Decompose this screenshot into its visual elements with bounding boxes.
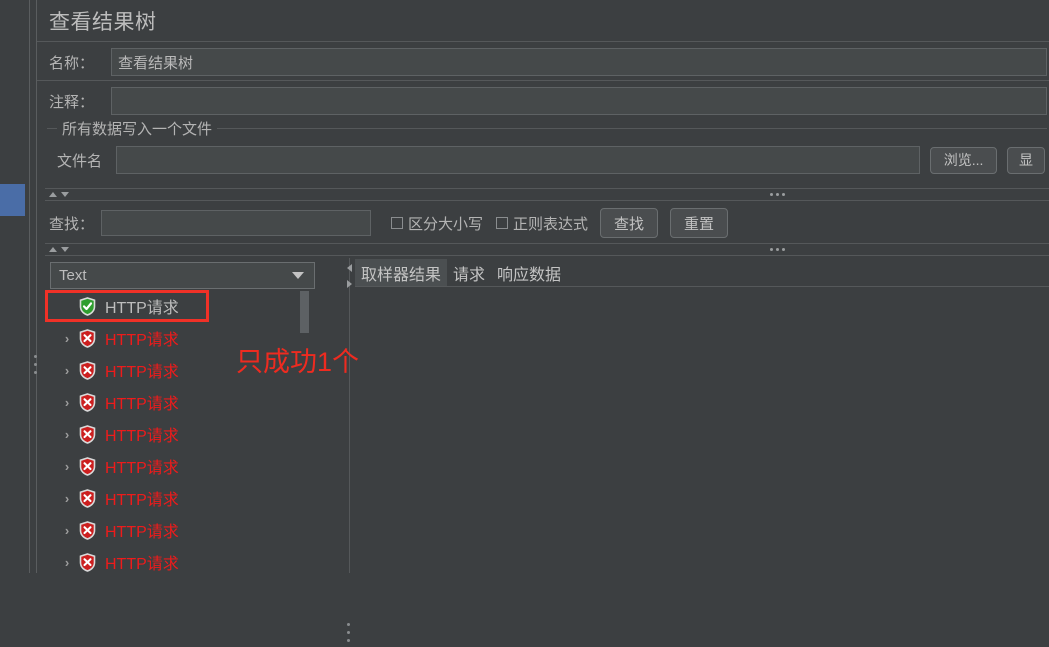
search-row: 查找： 区分大小写 正则表达式 查找 重置 — [49, 208, 729, 238]
renderer-select-value: Text — [59, 267, 87, 284]
tree-item-label: HTTP请求 — [105, 428, 179, 445]
tree-item-label: HTTP请求 — [105, 300, 179, 317]
error-shield-icon — [79, 360, 96, 380]
tree-expand-chevron-icon[interactable]: › — [60, 459, 74, 474]
collapse-up-icon[interactable] — [49, 192, 57, 197]
filename-row: 文件名 浏览... 显 — [57, 146, 1045, 174]
tree-item[interactable]: › HTTP请求 — [50, 450, 315, 482]
tree-item[interactable]: › HTTP请求 — [50, 418, 315, 450]
write-all-data-group: 所有数据写入一个文件 文件名 浏览... 显 — [47, 118, 1047, 189]
tree-expand-chevron-icon[interactable]: › — [60, 555, 74, 570]
renderer-select[interactable]: Text — [50, 262, 315, 289]
title-divider — [37, 41, 1049, 42]
comment-input[interactable] — [111, 87, 1047, 115]
jmeter-view-results-tree-window: 查看结果树 名称： 查看结果树 注释： 所有数据写入一个文件 文件名 浏览...… — [0, 0, 1049, 642]
tree-expand-chevron-icon[interactable]: › — [60, 523, 74, 538]
error-shield-icon — [79, 520, 96, 540]
tab-1[interactable]: 请求 — [447, 259, 491, 286]
splitter-bar-2[interactable] — [45, 243, 1049, 256]
tree-expand-chevron-icon[interactable]: › — [60, 395, 74, 410]
tree-expand-chevron-icon[interactable]: › — [60, 363, 74, 378]
tree-item[interactable]: › HTTP请求 — [50, 482, 315, 514]
chevron-down-icon[interactable] — [292, 272, 304, 279]
filename-input[interactable] — [115, 146, 921, 174]
splitter-dots-2[interactable] — [770, 248, 785, 251]
name-label: 名称： — [49, 54, 95, 72]
splitter-bar-1[interactable] — [45, 188, 1049, 201]
regex-checkbox[interactable]: 正则表达式 — [496, 213, 588, 234]
splitter-right-arrow-icon[interactable] — [347, 280, 352, 288]
collapse-down-icon[interactable] — [61, 192, 69, 197]
tree-item-label: HTTP请求 — [105, 556, 179, 573]
error-shield-icon — [79, 424, 96, 444]
reset-button[interactable]: 重置 — [670, 208, 729, 238]
write-all-data-group-title: 所有数据写入一个文件 — [57, 118, 218, 139]
error-shield-icon — [79, 488, 96, 508]
comment-label: 注释： — [49, 93, 95, 111]
tree-expand-chevron-icon[interactable]: › — [60, 427, 74, 442]
name-row: 名称： 查看结果树 — [49, 48, 1047, 76]
find-button[interactable]: 查找 — [600, 208, 659, 238]
tree-item[interactable]: › HTTP请求 — [50, 514, 315, 546]
regex-label: 正则表达式 — [513, 215, 589, 233]
tree-scrollbar[interactable] — [300, 290, 309, 573]
collapse-up-icon-2[interactable] — [49, 247, 57, 252]
tab-0[interactable]: 取样器结果 — [355, 259, 448, 286]
error-shield-icon — [79, 552, 96, 572]
error-shield-icon — [79, 392, 96, 412]
tree-item-label: HTTP请求 — [105, 332, 179, 349]
search-label: 查找： — [49, 215, 95, 233]
result-tabs[interactable]: 取样器结果 请求 响应数据 — [355, 259, 1049, 286]
collapse-down-icon-2[interactable] — [61, 247, 69, 252]
tree-item[interactable]: › HTTP请求 — [50, 546, 315, 573]
left-rail-selection-block[interactable] — [0, 184, 25, 216]
case-sensitive-checkbox[interactable]: 区分大小写 — [391, 213, 483, 234]
tree-item-label: HTTP请求 — [105, 364, 179, 381]
tree-item[interactable]: ›HTTP请求 — [50, 290, 315, 322]
extra-button[interactable]: 显 — [1006, 146, 1045, 174]
regex-box-icon[interactable] — [496, 217, 509, 229]
filename-label: 文件名 — [57, 152, 103, 170]
splitter-left-arrow-icon[interactable] — [347, 264, 352, 272]
tab-label: 请求 — [453, 266, 486, 284]
vertical-splitter[interactable] — [344, 258, 355, 642]
tree-expand-chevron-icon[interactable]: › — [60, 491, 74, 506]
error-shield-icon — [79, 456, 96, 476]
tab-content-area — [355, 287, 1049, 573]
name-input[interactable]: 查看结果树 — [111, 48, 1047, 76]
vertical-splitter-handle[interactable] — [347, 623, 351, 647]
name-divider — [37, 80, 1049, 81]
case-sensitive-label: 区分大小写 — [408, 215, 484, 233]
tab-2[interactable]: 响应数据 — [491, 259, 567, 286]
rail-divider-1 — [29, 0, 30, 573]
tab-label: 取样器结果 — [361, 266, 442, 284]
annotation-text: 只成功1个 — [236, 347, 360, 377]
main-panel: 查看结果树 名称： 查看结果树 注释： 所有数据写入一个文件 文件名 浏览...… — [37, 0, 1049, 642]
left-rail — [0, 0, 25, 573]
tab-label: 响应数据 — [497, 266, 562, 284]
tree-item-label: HTTP请求 — [105, 524, 179, 541]
tree-expand-chevron-icon[interactable]: › — [60, 331, 74, 346]
tree-item-label: HTTP请求 — [105, 460, 179, 477]
tree-item-label: HTTP请求 — [105, 396, 179, 413]
tree-item[interactable]: › HTTP请求 — [50, 386, 315, 418]
tree-scrollbar-thumb[interactable] — [300, 291, 309, 333]
error-shield-icon — [79, 328, 96, 348]
results-tree[interactable]: › HTTP请求 › HTTP请求 › HTTP请求 › HTTP请求 › HTTP请求 › HTTP… — [50, 290, 315, 573]
splitter-dots-1[interactable] — [770, 193, 785, 196]
tree-item-label: HTTP请求 — [105, 492, 179, 509]
page-title: 查看结果树 — [49, 11, 157, 34]
case-sensitive-box-icon[interactable] — [391, 217, 403, 229]
browse-button[interactable]: 浏览... — [930, 146, 997, 174]
search-input[interactable] — [101, 210, 371, 236]
success-shield-icon — [79, 296, 96, 316]
comment-row: 注释： — [49, 87, 1047, 115]
